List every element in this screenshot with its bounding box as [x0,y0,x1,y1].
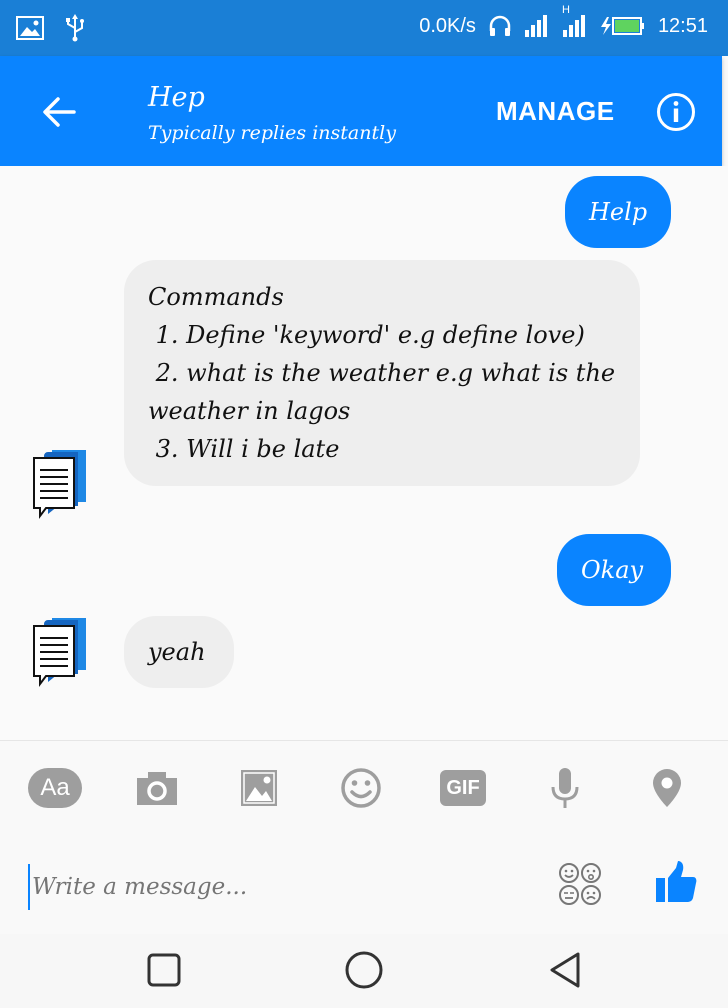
image-icon [16,16,44,40]
conversation-header: Hep Typically replies instantly MANAGE [0,56,722,166]
signal-icon [524,15,547,37]
network-type: H [561,4,570,16]
status-bar: 0.0K/s H 12:51 [0,0,728,56]
bot-avatar-icon[interactable] [30,616,94,688]
arrow-left-icon[interactable] [38,90,82,134]
composer-toolbar: Aa GIF [0,752,728,824]
sticker-icon[interactable] [558,862,602,906]
back-icon[interactable] [546,950,586,990]
message-list[interactable]: Help Commands 1. Define 'keyword' e.g de… [0,166,728,740]
outgoing-message[interactable]: Help [565,176,671,248]
camera-button[interactable] [130,766,184,810]
message-input[interactable] [28,864,534,910]
bot-avatar-icon[interactable] [30,448,94,520]
clock: 12:51 [657,14,708,37]
home-icon[interactable] [344,950,384,990]
camera-icon [137,772,177,805]
info-icon[interactable] [656,92,696,132]
headset-icon [489,15,511,36]
gif-icon: GIF [440,770,486,806]
photo-button[interactable] [232,766,286,810]
system-navigation-bar [0,934,728,1008]
signal-icon [562,15,585,37]
microphone-button[interactable] [538,766,592,810]
divider [0,740,728,741]
incoming-message[interactable]: Commands 1. Define 'keyword' e.g define … [124,260,640,486]
recent-apps-icon[interactable] [144,950,184,990]
manage-button[interactable]: MANAGE [496,96,615,127]
outgoing-message[interactable]: Okay [557,534,671,606]
conversation-subtitle: Typically replies instantly [148,122,396,144]
network-speed: 0.0K/s [419,14,476,37]
usb-icon [66,14,84,42]
text-style-button[interactable]: Aa [28,766,82,810]
thumbs-up-icon[interactable] [654,860,698,904]
message-composer [0,844,728,934]
location-pin-icon [653,769,681,807]
microphone-icon [551,768,579,808]
battery-charging-icon [600,17,644,35]
text-style-icon: Aa [28,768,82,808]
image-icon [241,770,277,806]
gif-button[interactable]: GIF [436,766,490,810]
emoji-button[interactable] [334,766,388,810]
incoming-message[interactable]: yeah [124,616,234,688]
emoji-icon [341,768,381,808]
conversation-title[interactable]: Hep [148,82,205,113]
location-button[interactable] [640,766,694,810]
